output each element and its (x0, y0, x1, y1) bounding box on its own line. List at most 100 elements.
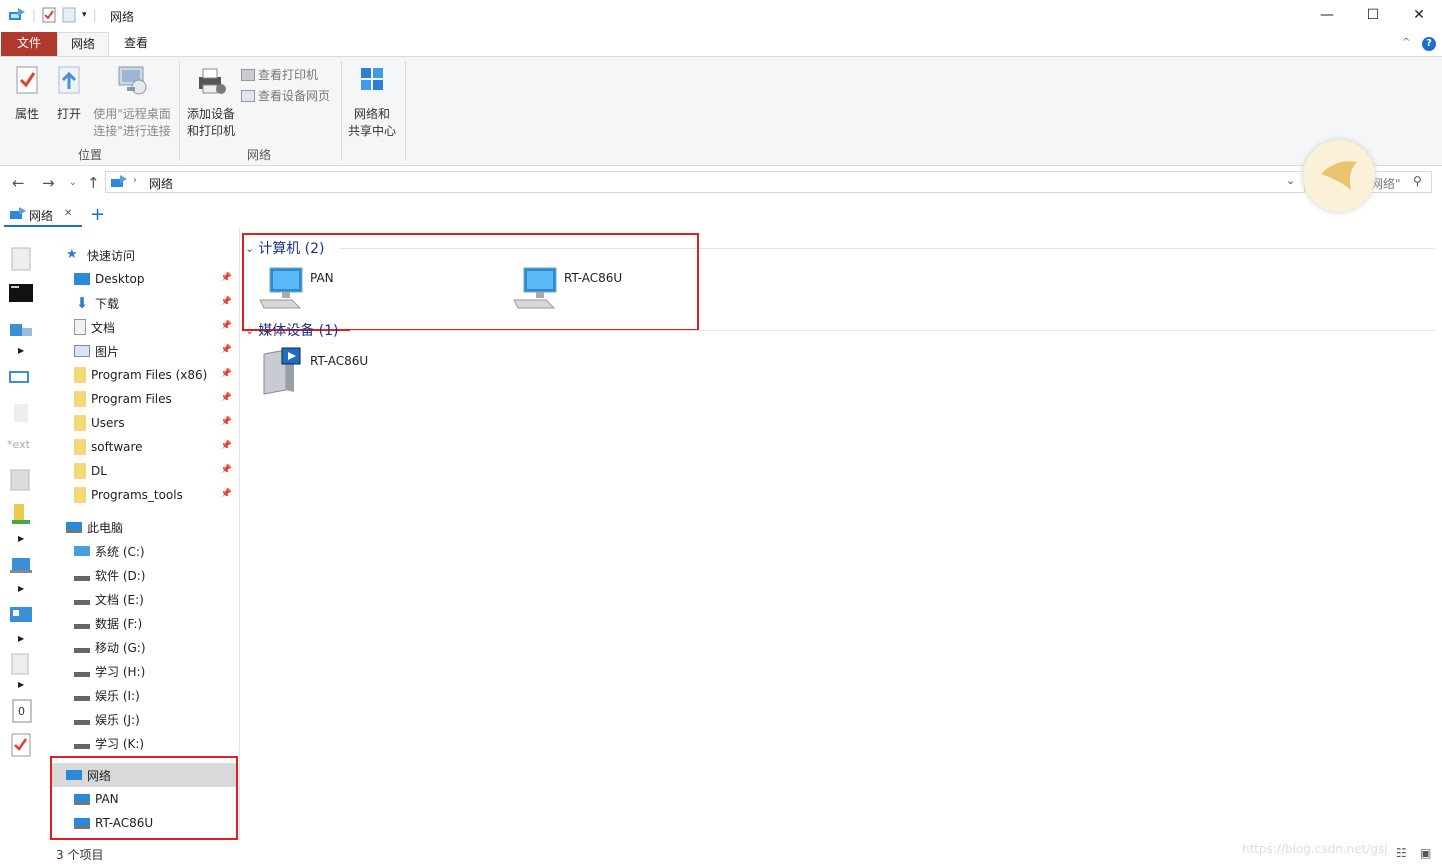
expand-arrow-icon[interactable]: ▶ (18, 680, 24, 689)
nav-item-folder[interactable]: Programs_tools 📌 (74, 483, 238, 507)
nav-item-downloads[interactable]: ⬇ 下载 📌 (74, 291, 238, 315)
nav-drive-label: 文档 (E:) (95, 592, 144, 607)
nav-item-folder[interactable]: Program Files (x86) 📌 (74, 363, 238, 387)
report-icon[interactable] (8, 652, 34, 676)
nav-drive[interactable]: 娱乐 (J:) (74, 707, 238, 731)
ext-icon[interactable]: *ext (7, 438, 30, 451)
status-bar: 3 个项目 https://blog.csdn.net/gsj ☷ ▣ (0, 842, 1442, 866)
nav-this-pc[interactable]: 此电脑 (66, 515, 260, 539)
nav-item-folder[interactable]: DL 📌 (74, 459, 238, 483)
view-printers-button[interactable]: 查看打印机 (241, 66, 318, 83)
nav-drive[interactable]: 学习 (H:) (74, 659, 238, 683)
pin-icon[interactable]: 📌 (221, 321, 232, 331)
tab-view[interactable]: 查看 (110, 32, 162, 56)
pin-icon[interactable]: 📌 (221, 489, 232, 499)
minimize-button[interactable]: — (1304, 0, 1350, 30)
pin-icon[interactable]: 📌 (221, 417, 232, 427)
expand-arrow-icon[interactable]: ▶ (18, 634, 24, 643)
nav-item-folder[interactable]: Users 📌 (74, 411, 238, 435)
nav-drive[interactable]: 娱乐 (I:) (74, 683, 238, 707)
forward-icon[interactable]: → (42, 174, 55, 192)
recent-locations-icon[interactable]: ⌄ (69, 178, 77, 188)
nav-quick-access[interactable]: ★ 快速访问 (66, 243, 260, 267)
large-icons-view-icon[interactable]: ▣ (1420, 846, 1431, 860)
app-icon[interactable] (8, 320, 34, 342)
pin-icon[interactable]: 📌 (221, 345, 232, 355)
network-center-button[interactable]: 网络和 共享中心 (345, 65, 399, 140)
search-icon[interactable]: ⚲ (1413, 174, 1422, 188)
nav-drive[interactable]: 软件 (D:) (74, 563, 238, 587)
nav-item-label: Programs_tools (91, 488, 183, 502)
document-icon[interactable] (10, 246, 32, 272)
properties-button[interactable]: 属性 (8, 65, 46, 123)
properties-icon[interactable] (42, 7, 56, 23)
nav-drive[interactable]: 数据 (F:) (74, 611, 238, 635)
add-device-button[interactable]: 添加设备 和打印机 (182, 65, 240, 140)
pin-icon[interactable]: 📌 (221, 465, 232, 475)
maximize-button[interactable]: ☐ (1350, 0, 1396, 30)
expand-arrow-icon[interactable]: ▶ (18, 584, 24, 593)
close-button[interactable]: ✕ (1396, 0, 1442, 30)
pane-divider[interactable] (239, 228, 240, 840)
pin-icon[interactable]: 📌 (221, 441, 232, 451)
terminal-icon[interactable] (8, 282, 34, 304)
checklist-icon[interactable] (10, 732, 34, 758)
group-separator (179, 61, 180, 161)
desktop-icon (74, 273, 90, 285)
pin-icon[interactable]: 📌 (221, 273, 232, 283)
pin-icon[interactable]: 📌 (221, 393, 232, 403)
close-tab-icon[interactable]: ✕ (64, 208, 72, 219)
settings-doc-icon[interactable] (8, 468, 34, 492)
add-device-label-2: 和打印机 (186, 124, 235, 138)
group-header-media[interactable]: ⌄ 媒体设备 (1) (245, 320, 339, 340)
chevron-down-icon[interactable]: ▾ (82, 10, 87, 20)
tab-network[interactable]: 网络 (57, 32, 109, 56)
monitor-app-icon[interactable] (8, 604, 34, 626)
nav-item-label: 下载 (95, 296, 120, 311)
nav-drive[interactable]: 移动 (G:) (74, 635, 238, 659)
drive-icon (74, 671, 90, 677)
download-icon[interactable] (8, 502, 34, 526)
folder-icon (74, 463, 86, 479)
help-button[interactable]: ? (1422, 37, 1436, 51)
nav-this-pc-label: 此电脑 (87, 520, 124, 535)
add-tab-button[interactable]: + (90, 204, 105, 225)
svg-text:0: 0 (18, 705, 25, 718)
media-device-label[interactable]: RT-AC86U (310, 354, 368, 368)
folder-icon (74, 415, 86, 431)
nav-drive[interactable]: 系统 (C:) (74, 539, 238, 563)
blank-doc-icon[interactable] (10, 402, 32, 424)
nav-item-documents[interactable]: 文档 📌 (74, 315, 238, 339)
nav-item-folder[interactable]: Program Files 📌 (74, 387, 238, 411)
address-bar[interactable]: › 网络 ⌄ (105, 171, 1305, 193)
ribbon-collapse-button[interactable]: ^ (1402, 37, 1410, 48)
open-button[interactable]: 打开 (52, 65, 86, 123)
nav-drive-label: 学习 (H:) (95, 664, 146, 679)
breadcrumb[interactable]: 网络 (149, 175, 173, 192)
pin-icon[interactable]: 📌 (221, 369, 232, 379)
nav-drive[interactable]: 学习 (K:) (74, 731, 238, 755)
up-icon[interactable]: ↑ (87, 174, 100, 192)
pin-icon[interactable]: 📌 (221, 297, 232, 307)
remote-desktop-button[interactable]: 使用"远程桌面 连接"进行连接 (90, 65, 174, 140)
folder-icon (74, 391, 86, 407)
address-dropdown-icon[interactable]: ⌄ (1286, 174, 1295, 187)
screen-capture-icon[interactable] (8, 366, 34, 388)
view-device-page-button[interactable]: 查看设备网页 (241, 87, 330, 104)
folder-tab[interactable]: 网络 ✕ (4, 203, 82, 227)
nav-item-pictures[interactable]: 图片 📌 (74, 339, 238, 363)
back-icon[interactable]: ← (12, 174, 25, 192)
media-device-item[interactable] (260, 346, 306, 396)
nav-item-folder[interactable]: software 📌 (74, 435, 238, 459)
details-view-icon[interactable]: ☷ (1396, 846, 1407, 860)
new-folder-icon[interactable] (62, 7, 76, 23)
nav-item-desktop[interactable]: Desktop 📌 (74, 267, 238, 291)
tab-file[interactable]: 文件 (1, 32, 57, 56)
expand-arrow-icon[interactable]: ▶ (18, 534, 24, 543)
zero-file-icon[interactable]: 0 (10, 698, 34, 724)
laptop-icon[interactable] (8, 554, 34, 576)
nav-drive[interactable]: 文档 (E:) (74, 587, 238, 611)
network-center-label-1: 网络和 (353, 107, 390, 121)
expand-arrow-icon[interactable]: ▶ (18, 346, 24, 355)
documents-icon (74, 319, 86, 335)
